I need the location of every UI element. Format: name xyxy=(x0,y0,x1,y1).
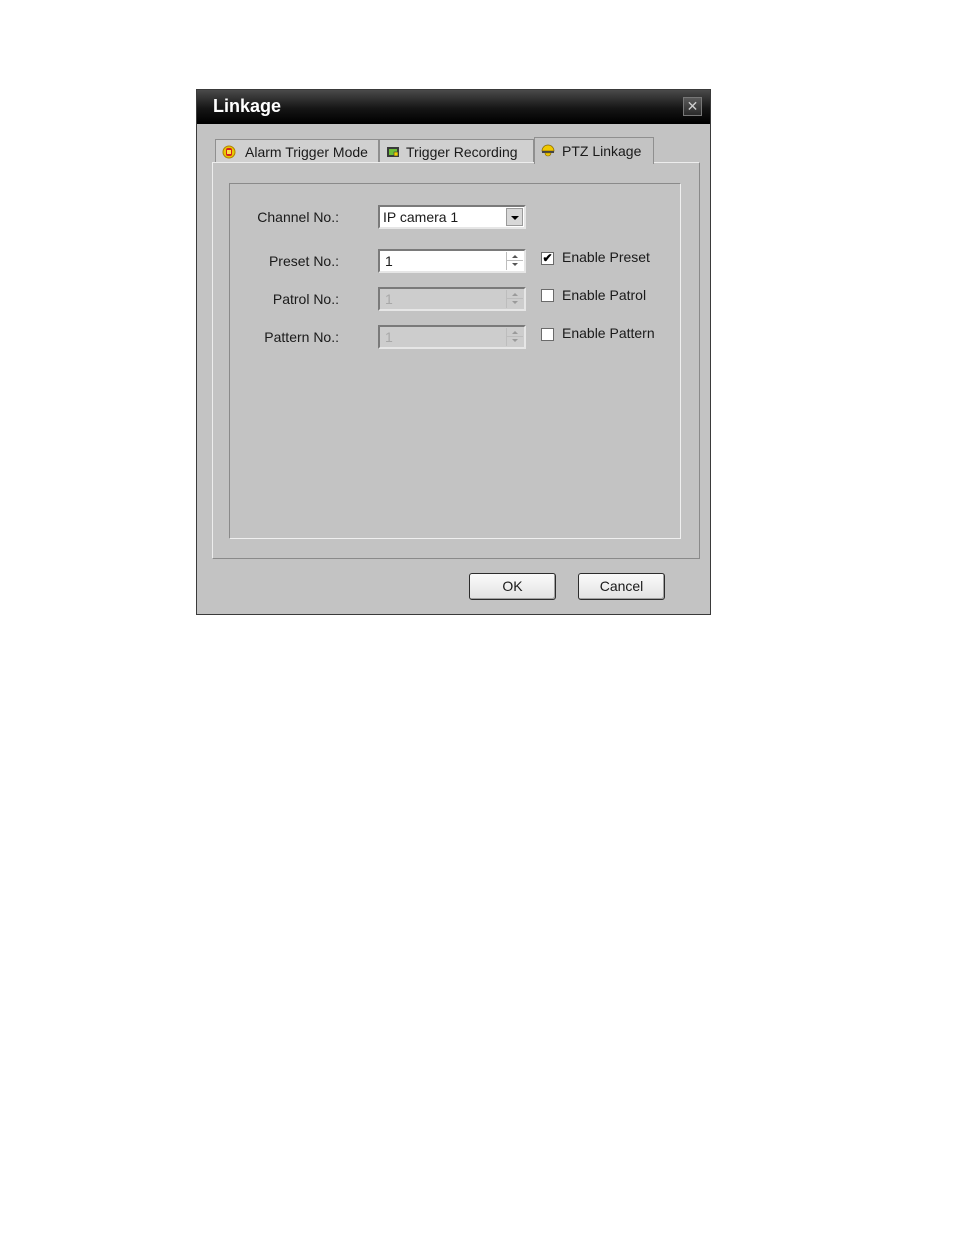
dialog-title: Linkage xyxy=(213,96,282,116)
enable-pattern-checkbox[interactable] xyxy=(541,328,554,341)
spin-down-icon xyxy=(507,299,523,308)
tab-label: Alarm Trigger Mode xyxy=(245,144,368,160)
close-icon: ✕ xyxy=(686,98,699,114)
title-bar[interactable]: Linkage ✕ xyxy=(197,90,710,124)
spin-up-icon xyxy=(507,290,523,299)
enable-preset-checkbox[interactable]: ✔ xyxy=(541,252,554,265)
hand-alarm-icon xyxy=(222,145,236,159)
spin-buttons xyxy=(506,290,523,308)
preset-value: 1 xyxy=(385,253,393,269)
channel-value: IP camera 1 xyxy=(383,209,459,225)
pattern-label: Pattern No.: xyxy=(264,329,339,345)
ok-button[interactable]: OK xyxy=(469,573,556,600)
patrol-label: Patrol No.: xyxy=(272,291,339,307)
tab-alarm-trigger-mode[interactable]: Alarm Trigger Mode xyxy=(215,139,379,163)
preset-label: Preset No.: xyxy=(268,253,339,269)
patrol-value: 1 xyxy=(385,291,393,307)
pattern-stepper: 1 xyxy=(378,325,526,349)
chevron-down-icon[interactable] xyxy=(506,208,523,226)
cancel-button[interactable]: Cancel xyxy=(578,573,665,600)
tab-label: Trigger Recording xyxy=(406,144,518,160)
channel-select[interactable]: IP camera 1 xyxy=(378,205,526,229)
close-button[interactable]: ✕ xyxy=(683,97,702,116)
spin-down-icon xyxy=(507,337,523,346)
patrol-stepper: 1 xyxy=(378,287,526,311)
pattern-value: 1 xyxy=(385,329,393,345)
spin-buttons xyxy=(506,328,523,346)
recording-icon xyxy=(387,147,399,157)
linkage-dialog: Linkage ✕ Alarm Trigger Mode Trigger Rec… xyxy=(196,89,711,615)
spin-down-icon[interactable] xyxy=(507,261,523,270)
spin-buttons xyxy=(506,252,523,270)
channel-label: Channel No.: xyxy=(257,209,339,225)
spin-up-icon[interactable] xyxy=(507,252,523,261)
ptz-dome-icon xyxy=(541,144,555,157)
tab-ptz-linkage[interactable]: PTZ Linkage xyxy=(534,137,654,164)
checkmark-icon: ✔ xyxy=(542,251,553,265)
tab-trigger-recording[interactable]: Trigger Recording xyxy=(379,139,534,163)
enable-pattern-label[interactable]: Enable Pattern xyxy=(562,325,655,341)
preset-stepper[interactable]: 1 xyxy=(378,249,526,273)
tab-label: PTZ Linkage xyxy=(562,143,642,159)
ptz-linkage-panel: Channel No.: IP camera 1 Preset No.: 1 ✔… xyxy=(212,162,700,559)
enable-preset-label[interactable]: Enable Preset xyxy=(562,249,650,265)
ptz-settings-group: Channel No.: IP camera 1 Preset No.: 1 ✔… xyxy=(229,183,681,539)
spin-up-icon xyxy=(507,328,523,337)
enable-patrol-checkbox[interactable] xyxy=(541,289,554,302)
enable-patrol-label[interactable]: Enable Patrol xyxy=(562,287,646,303)
